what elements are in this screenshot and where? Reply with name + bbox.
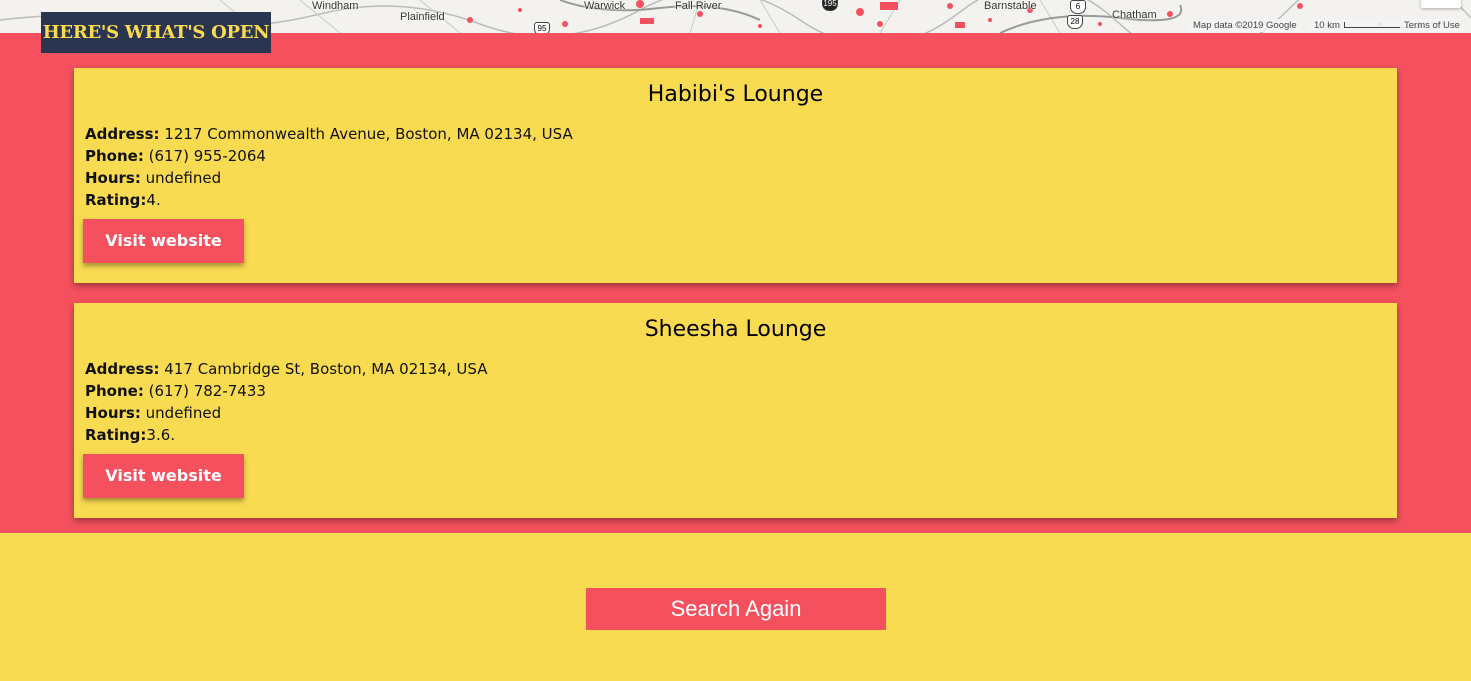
- search-again-button[interactable]: Search Again: [586, 588, 886, 630]
- phone-value: (617) 782-7433: [148, 382, 266, 400]
- address-row: Address: 1217 Commonwealth Avenue, Bosto…: [85, 123, 573, 145]
- map-label-windham: Windham: [312, 0, 359, 12]
- map-label-fall-river: Fall River: [675, 0, 722, 12]
- hours-value: undefined: [145, 404, 222, 422]
- phone-row: Phone: (617) 955-2064: [85, 145, 573, 167]
- hours-row: Hours: undefined: [85, 402, 487, 424]
- results-panel: Habibi's Lounge Address: 1217 Commonweal…: [0, 33, 1471, 533]
- phone-row: Phone: (617) 782-7433: [85, 380, 487, 402]
- map-label-warwick: Warwick: [584, 0, 626, 12]
- rating-label: Rating:: [85, 191, 147, 209]
- place-details: Address: 1217 Commonwealth Avenue, Bosto…: [85, 123, 573, 211]
- phone-label: Phone:: [85, 147, 144, 165]
- rating-row: Rating:3.6.: [85, 424, 487, 446]
- map-scale-label: 10 km: [1314, 20, 1340, 31]
- address-value: 1217 Commonwealth Avenue, Boston, MA 021…: [164, 125, 573, 143]
- address-label: Address:: [85, 125, 160, 143]
- map-control-button[interactable]: [1421, 0, 1461, 8]
- place-details: Address: 417 Cambridge St, Boston, MA 02…: [85, 358, 487, 446]
- address-row: Address: 417 Cambridge St, Boston, MA 02…: [85, 358, 487, 380]
- address-value: 417 Cambridge St, Boston, MA 02134, USA: [164, 360, 488, 378]
- route-6-shield: 6: [1070, 0, 1086, 14]
- interstate-95-shield: 95: [534, 22, 550, 33]
- result-card: Habibi's Lounge Address: 1217 Commonweal…: [74, 68, 1397, 283]
- map-attribution: Map data ©2019 Google: [1189, 19, 1301, 32]
- phone-value: (617) 955-2064: [148, 147, 266, 165]
- rating-value: 4.: [146, 191, 161, 209]
- phone-label: Phone:: [85, 382, 144, 400]
- page-title-badge: HERE'S WHAT'S OPEN: [41, 12, 271, 53]
- rating-label: Rating:: [85, 426, 147, 444]
- map-label-barnstable: Barnstable: [984, 0, 1037, 12]
- place-name: Habibi's Lounge: [647, 82, 824, 107]
- route-28-shield: 28: [1067, 15, 1083, 29]
- address-label: Address:: [85, 360, 160, 378]
- place-name: Sheesha Lounge: [644, 317, 827, 342]
- hours-value: undefined: [145, 169, 222, 187]
- visit-website-button[interactable]: Visit website: [83, 454, 244, 498]
- visit-website-button[interactable]: Visit website: [83, 219, 244, 263]
- terms-of-use-link[interactable]: Terms of Use: [1400, 19, 1464, 32]
- map-label-plainfield: Plainfield: [400, 11, 445, 23]
- rating-value: 3.6.: [146, 426, 176, 444]
- rating-row: Rating:4.: [85, 189, 573, 211]
- hours-label: Hours:: [85, 404, 141, 422]
- map-label-chatham: Chatham: [1112, 9, 1157, 21]
- hours-label: Hours:: [85, 169, 141, 187]
- result-card: Sheesha Lounge Address: 417 Cambridge St…: [74, 303, 1397, 518]
- hours-row: Hours: undefined: [85, 167, 573, 189]
